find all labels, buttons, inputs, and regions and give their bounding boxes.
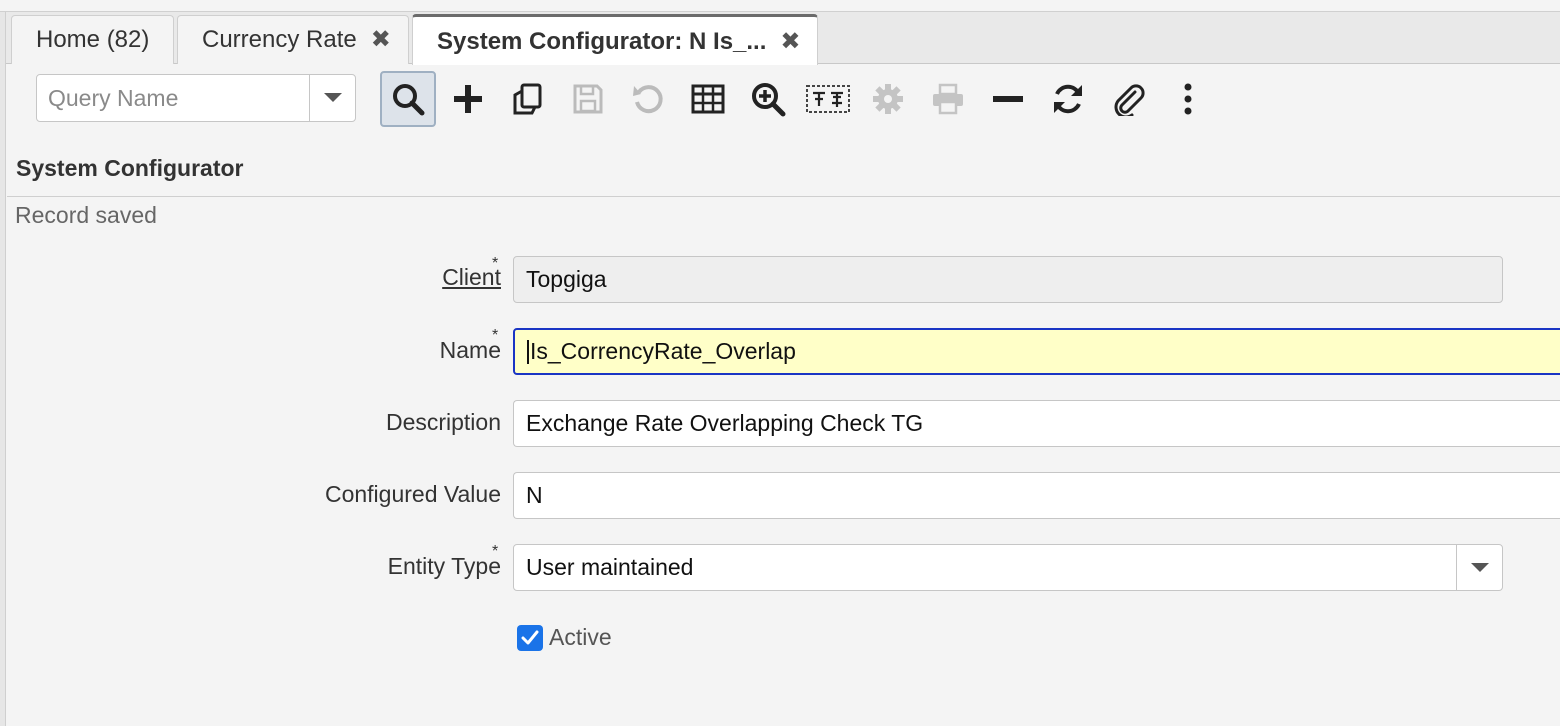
chevron-down-icon [1470, 562, 1489, 572]
text-cursor [527, 339, 529, 364]
print-button[interactable] [920, 71, 976, 127]
window-top-strip [0, 0, 1560, 12]
grid-toggle-button[interactable] [680, 71, 736, 127]
more-options-button[interactable] [1160, 71, 1216, 127]
tab-bar: Home (82) Currency Rate ✖ System Configu… [6, 12, 1560, 66]
translate-icon [806, 85, 850, 113]
tab-currency-rate[interactable]: Currency Rate ✖ [177, 15, 409, 64]
entity-type-value: User maintained [526, 554, 694, 580]
header-divider [7, 196, 1560, 197]
active-checkbox-row[interactable]: Active [517, 624, 612, 651]
entity-type-select[interactable]: User maintained [513, 544, 1503, 591]
query-dropdown-button[interactable] [309, 75, 355, 121]
description-value: Exchange Rate Overlapping Check TG [526, 410, 924, 436]
client-field: Topgiga [513, 256, 1503, 303]
description-label: Description [385, 409, 501, 435]
configured-value-field[interactable]: N [513, 472, 1560, 519]
new-record-button[interactable] [440, 71, 496, 127]
name-field[interactable]: Is_CorrencyRate_Overlap [513, 328, 1560, 375]
process-button[interactable] [860, 71, 916, 127]
status-message: Record saved [15, 202, 157, 228]
attachment-button[interactable] [1100, 71, 1156, 127]
grid-icon [691, 84, 725, 114]
configured-value-label: Configured Value [324, 481, 501, 507]
required-mark: * [492, 327, 499, 344]
left-edge [0, 12, 6, 726]
description-field[interactable]: Exchange Rate Overlapping Check TG [513, 400, 1560, 447]
new-icon [454, 85, 482, 113]
translate-button[interactable] [800, 71, 856, 127]
tab-home[interactable]: Home (82) [11, 15, 174, 64]
refresh-button[interactable] [1040, 71, 1096, 127]
search-icon [393, 84, 425, 116]
entity-type-label: Entity Type [387, 553, 501, 579]
refresh-icon [1054, 84, 1082, 114]
gear-icon [873, 84, 903, 114]
copy-record-button[interactable] [500, 71, 556, 127]
close-icon[interactable]: ✖ [371, 28, 391, 52]
required-mark: * [492, 543, 499, 560]
entity-type-dropdown-button[interactable] [1456, 545, 1502, 590]
required-mark: * [492, 255, 499, 272]
save-button[interactable] [560, 71, 616, 127]
configured-value-value: N [526, 482, 543, 508]
main-panel: System Configurator Record saved Client … [7, 65, 1560, 726]
query-name-combobox[interactable] [36, 74, 356, 122]
check-icon [521, 630, 539, 644]
close-icon[interactable]: ✖ [780, 29, 800, 54]
save-icon [573, 84, 603, 114]
chevron-down-icon [323, 93, 342, 102]
client-value: Topgiga [526, 266, 607, 292]
active-checkbox[interactable] [517, 624, 543, 651]
zoom-icon [752, 83, 786, 117]
active-label: Active [549, 624, 612, 650]
minus-icon [993, 96, 1023, 102]
print-icon [933, 83, 963, 115]
paperclip-icon [1114, 84, 1145, 116]
delete-button[interactable] [980, 71, 1036, 127]
name-value: Is_CorrencyRate_Overlap [530, 338, 796, 364]
zoom-button[interactable] [740, 71, 796, 127]
tab-label: Home (82) [36, 26, 150, 53]
tab-system-configurator[interactable]: System Configurator: N Is_... ✖ [412, 14, 818, 66]
search-button[interactable] [380, 71, 436, 127]
undo-button[interactable] [620, 71, 676, 127]
tab-label: System Configurator: N Is_... [437, 27, 767, 55]
more-vertical-icon [1184, 83, 1192, 115]
page-title: System Configurator [16, 155, 244, 181]
copy-icon [513, 83, 542, 115]
tab-label: Currency Rate [202, 26, 357, 53]
query-name-input[interactable] [37, 75, 309, 121]
undo-icon [633, 85, 663, 114]
